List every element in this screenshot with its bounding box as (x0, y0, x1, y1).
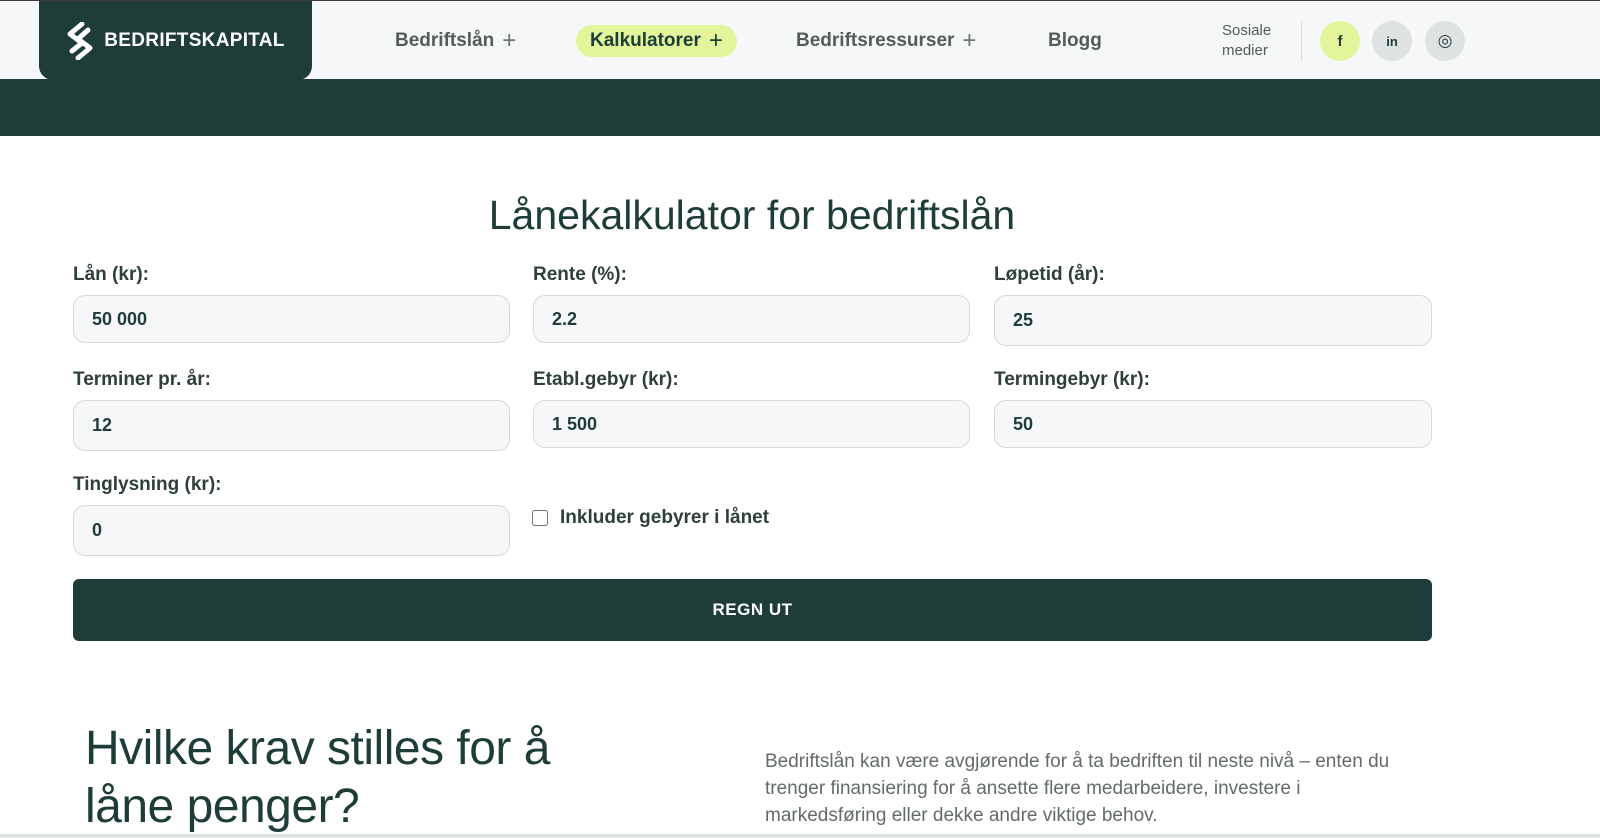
loan-label: Lån (kr): (73, 264, 149, 285)
logo-mark-icon (67, 21, 93, 60)
calculator-title: Lånekalkulator for bedriftslån (488, 192, 1016, 238)
include-fees-checkbox[interactable] (532, 510, 548, 526)
nav-item-kalkulatorer[interactable]: Kalkulatorer + (576, 25, 737, 57)
rate-label: Rente (%): (533, 264, 627, 285)
terms-per-year-label: Terminer pr. år: (73, 369, 211, 390)
facebook-button[interactable]: f (1320, 21, 1360, 61)
term-label: Løpetid (år): (994, 264, 1105, 285)
plus-icon: + (502, 27, 517, 54)
logo[interactable]: BEDRIFTSKAPITAL (39, 1, 312, 80)
instagram-icon: ◎ (1437, 31, 1453, 50)
include-fees-label: Inkluder gebyrer i lånet (560, 507, 770, 528)
linkedin-button[interactable]: in (1372, 21, 1412, 61)
loan-input[interactable] (73, 295, 510, 343)
terms-per-year-input[interactable] (73, 400, 510, 451)
instagram-button[interactable]: ◎ (1425, 21, 1465, 61)
setup-fee-label: Etabl.gebyr (kr): (533, 369, 679, 390)
plus-icon: + (962, 27, 977, 54)
facebook-icon: f (1337, 32, 1343, 50)
section-heading: Hvilke krav stilles for å låne penger? (85, 722, 550, 833)
rate-input[interactable] (533, 295, 970, 343)
nav-item-blogg[interactable]: Blogg (1048, 25, 1102, 57)
setup-fee-input[interactable] (533, 400, 970, 448)
plus-icon: + (708, 27, 723, 54)
page-divider (0, 834, 1600, 838)
registration-label: Tinglysning (kr): (73, 474, 222, 495)
top-navigation-bar: BEDRIFTSKAPITAL Bedriftslån + Kalkulator… (0, 0, 1600, 80)
registration-input[interactable] (73, 505, 510, 556)
include-fees-option[interactable]: Inkluder gebyrer i lånet (532, 507, 769, 529)
term-fee-label: Termingebyr (kr): (994, 369, 1150, 390)
section-text: Bedriftslån kan være avgjørende for å ta… (765, 751, 1390, 826)
nav-label: Bedriftslån (395, 30, 495, 51)
term-fee-input[interactable] (994, 400, 1432, 448)
calculate-button[interactable]: REGN UT (73, 579, 1432, 641)
social-media-label: Sosiale medier (1222, 22, 1272, 59)
nav-item-bedriftsressurser[interactable]: Bedriftsressurser + (796, 25, 976, 57)
nav-label: Kalkulatorer (590, 30, 701, 51)
nav-item-bedriftslan[interactable]: Bedriftslån + (395, 25, 516, 57)
hero-band (0, 79, 1600, 136)
term-input[interactable] (994, 295, 1432, 346)
divider (1301, 21, 1302, 61)
nav-label: Bedriftsressurser (796, 30, 955, 51)
linkedin-icon: in (1386, 33, 1398, 49)
nav-label: Blogg (1048, 30, 1102, 51)
logo-text: BEDRIFTSKAPITAL (104, 29, 285, 51)
